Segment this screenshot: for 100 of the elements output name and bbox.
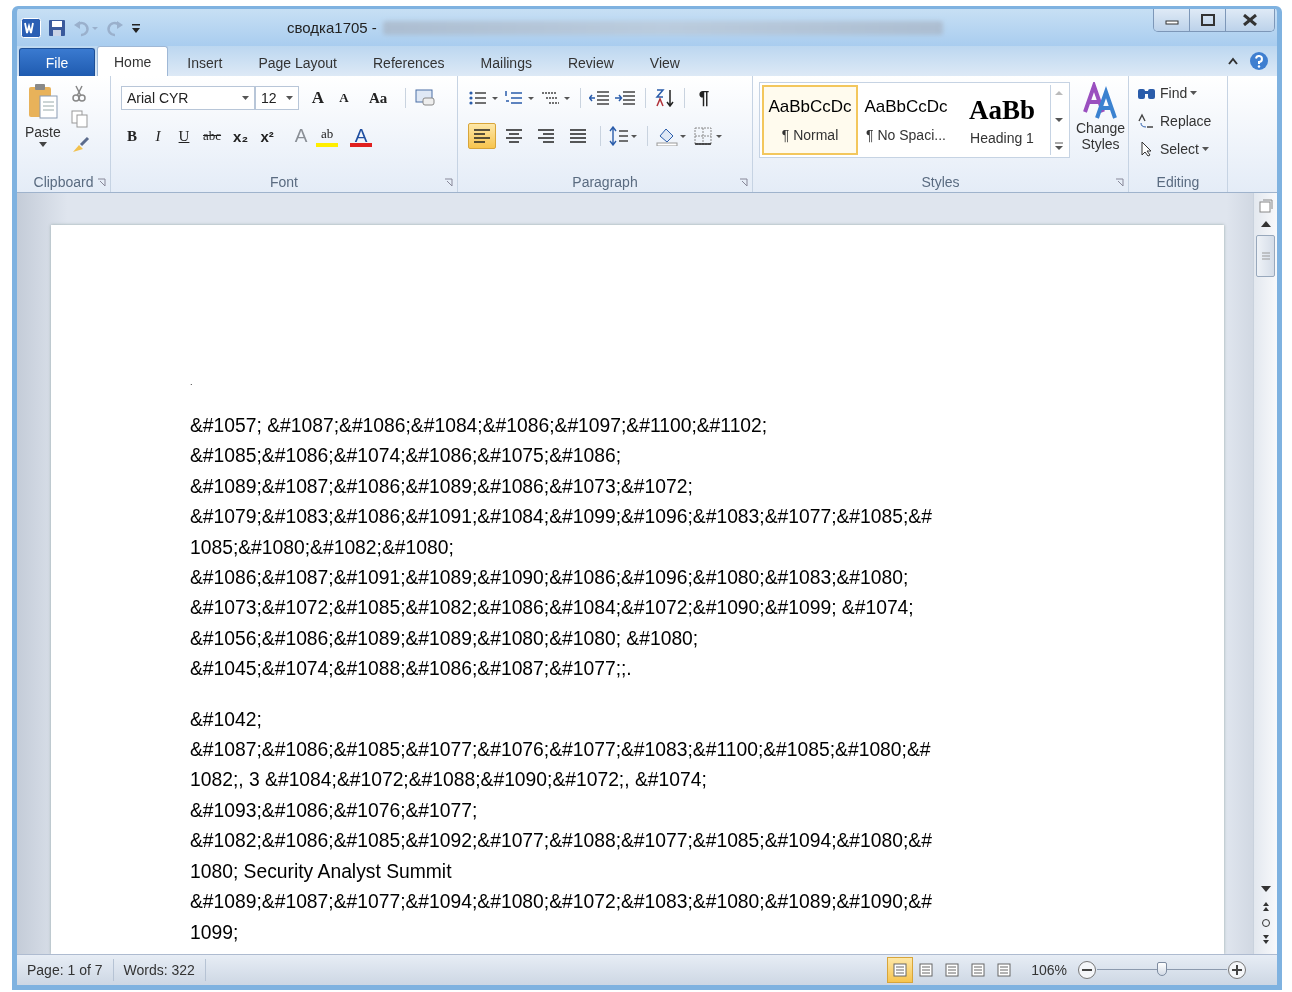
scroll-down-icon[interactable] <box>1258 884 1273 894</box>
document-text: &#1085;&#1086;&#1074;&#1086;&#1075;&#1086; <box>190 444 622 469</box>
ribbon-tab[interactable]: Home <box>97 46 169 76</box>
document-text: &#1082;&#1086;&#1085;&#1092;&#1077;&#1088;&#1077;&#1085;&#1094;&#1080;&# <box>190 829 933 854</box>
decrease-indent-icon[interactable] <box>589 89 611 107</box>
group-label: Clipboard <box>33 174 94 190</box>
page-view-icon <box>970 963 987 977</box>
save-icon[interactable] <box>48 18 66 37</box>
file-tab[interactable]: File <box>19 48 95 76</box>
style-item[interactable]: AaBbCcDc ¶ Normal <box>762 85 858 155</box>
zoom-in-icon[interactable] <box>1227 960 1247 980</box>
editing-button[interactable]: Find <box>1135 80 1221 106</box>
font-tool-button[interactable]: x₂ <box>229 124 253 148</box>
sort-icon[interactable] <box>654 88 676 108</box>
group-label: Editing <box>1156 174 1200 190</box>
document-text: &#1057; &#1087;&#1086;&#1084;&#1086;&#1097;&#1100;&#1102; <box>190 414 769 438</box>
caret-icon <box>242 96 249 100</box>
previous-page-icon[interactable] <box>1260 900 1271 912</box>
word-count[interactable]: Words: 322 <box>113 959 206 981</box>
font-tool-button[interactable]: ab <box>316 125 339 147</box>
minimize-ribbon-icon[interactable] <box>1227 56 1239 66</box>
align-button[interactable] <box>468 123 496 149</box>
word-logo-icon[interactable] <box>21 17 41 38</box>
maximize-icon <box>1200 14 1215 26</box>
font-tool-button[interactable]: U <box>173 124 195 148</box>
zoom-out-icon[interactable] <box>1077 960 1097 980</box>
font-tool-button[interactable]: B <box>121 124 143 148</box>
page-view-icon <box>892 963 909 977</box>
document-text: 1085;&#1080;&#1082;&#1080; <box>190 535 455 560</box>
document-text: 1099; <box>190 920 240 945</box>
brush-icon[interactable] <box>70 136 91 154</box>
font-name-field[interactable]: Arial CYR <box>121 86 255 110</box>
vertical-scrollbar[interactable] <box>1253 193 1277 954</box>
font-tool-button[interactable]: A <box>333 86 355 110</box>
ribbon-tab[interactable]: Page Layout <box>241 48 354 76</box>
ribbon-tab[interactable]: Mailings <box>463 48 549 76</box>
document-text: &#1042; <box>190 707 263 732</box>
document-text: &#1089;&#1087;&#1086;&#1089;&#1086;&#1073;&#1072; <box>190 474 694 499</box>
change-styles-button[interactable]: Change Styles <box>1076 82 1126 172</box>
ribbon-tab[interactable]: Insert <box>170 48 240 76</box>
more-styles-icon[interactable] <box>1052 141 1066 153</box>
document-text: &#1045;&#1074;&#1088;&#1086;&#1087;&#1077;;. <box>190 657 633 682</box>
page-view-icon <box>944 963 961 977</box>
dialog-launcher-icon[interactable] <box>444 178 453 187</box>
group-label: Styles <box>921 174 960 190</box>
numbering-icon[interactable] <box>504 89 536 107</box>
browse-object-icon[interactable] <box>1260 918 1271 928</box>
close-icon <box>1242 14 1258 26</box>
align-icon <box>473 128 491 144</box>
increase-indent-icon[interactable] <box>615 89 637 107</box>
clear-formatting-icon[interactable] <box>414 88 437 108</box>
font-tool-button[interactable]: A <box>350 125 373 147</box>
align-icon <box>537 128 555 144</box>
editing-button[interactable]: Replace <box>1135 108 1221 134</box>
cut-icon[interactable] <box>70 84 87 102</box>
editing-button[interactable]: Select <box>1135 136 1221 162</box>
ribbon-tab[interactable]: View <box>632 48 697 76</box>
dialog-launcher-icon[interactable] <box>739 178 748 187</box>
font-tool-button[interactable]: A <box>307 86 329 110</box>
view-mode-button[interactable] <box>887 957 914 983</box>
multilevel-list-icon[interactable] <box>540 89 572 107</box>
ribbon-tab[interactable]: Review <box>550 48 631 76</box>
align-icon <box>569 128 587 144</box>
caret-icon <box>286 96 293 100</box>
document-text: &#1079;&#1083;&#1086;&#1091;&#1084;&#1099;&#1096;&#1083;&#1077;&#1085;&# <box>190 505 933 530</box>
font-tool-button[interactable]: x² <box>256 124 279 148</box>
window-title: сводка1705 - <box>287 19 377 36</box>
font-size-field[interactable]: 12 <box>255 86 299 110</box>
styles-letters-icon <box>1081 82 1120 120</box>
caret-icon <box>38 142 47 147</box>
close-button[interactable] <box>1226 9 1274 31</box>
page-view-icon <box>918 963 935 977</box>
scroll-up-icon[interactable] <box>1258 219 1273 229</box>
page-view-icon <box>996 963 1013 977</box>
group-label: Font <box>270 174 298 190</box>
page-count[interactable]: Page: 1 of 7 <box>17 959 114 981</box>
font-tool-button[interactable]: Aa <box>365 86 392 110</box>
zoom-slider-thumb[interactable] <box>1157 962 1167 976</box>
document-text: &#1089;&#1087;&#1077;&#1094;&#1080;&#1072;&#1083;&#1080;&#1089;&#1090;&# <box>190 890 933 915</box>
paste-button[interactable]: Paste <box>21 82 65 158</box>
scroll-thumb[interactable] <box>1256 235 1275 277</box>
maximize-button[interactable] <box>1190 9 1226 31</box>
zoom-level[interactable]: 106% <box>1031 962 1067 978</box>
group-label: Paragraph <box>572 174 638 190</box>
document-text: . <box>190 377 194 389</box>
show-marks-button[interactable]: ¶ <box>693 86 715 110</box>
dialog-launcher-icon[interactable] <box>1115 178 1124 187</box>
help-icon[interactable] <box>1249 51 1269 71</box>
document-text: &#1056;&#1086;&#1089;&#1089;&#1080;&#1080; &#1080; <box>190 626 700 651</box>
document-text: &#1086;&#1087;&#1091;&#1089;&#1090;&#1086;&#1096;&#1080;&#1083;&#1080; <box>190 566 910 591</box>
ribbon-tab[interactable]: References <box>356 48 462 76</box>
document-text: 1080; Security Analyst Summit <box>190 859 453 884</box>
bullets-icon[interactable] <box>468 89 500 107</box>
caret-icon <box>1190 91 1198 95</box>
font-tool-button[interactable]: abc <box>199 124 226 148</box>
dialog-launcher-icon[interactable] <box>97 178 106 187</box>
document-text: &#1073;&#1072;&#1085;&#1082;&#1086;&#1084;&#1072;&#1090;&#1099; &#1074; <box>190 596 915 621</box>
line-spacing-icon[interactable] <box>609 126 639 146</box>
font-tool-button[interactable]: I <box>147 124 169 148</box>
next-page-icon[interactable] <box>1260 934 1271 946</box>
